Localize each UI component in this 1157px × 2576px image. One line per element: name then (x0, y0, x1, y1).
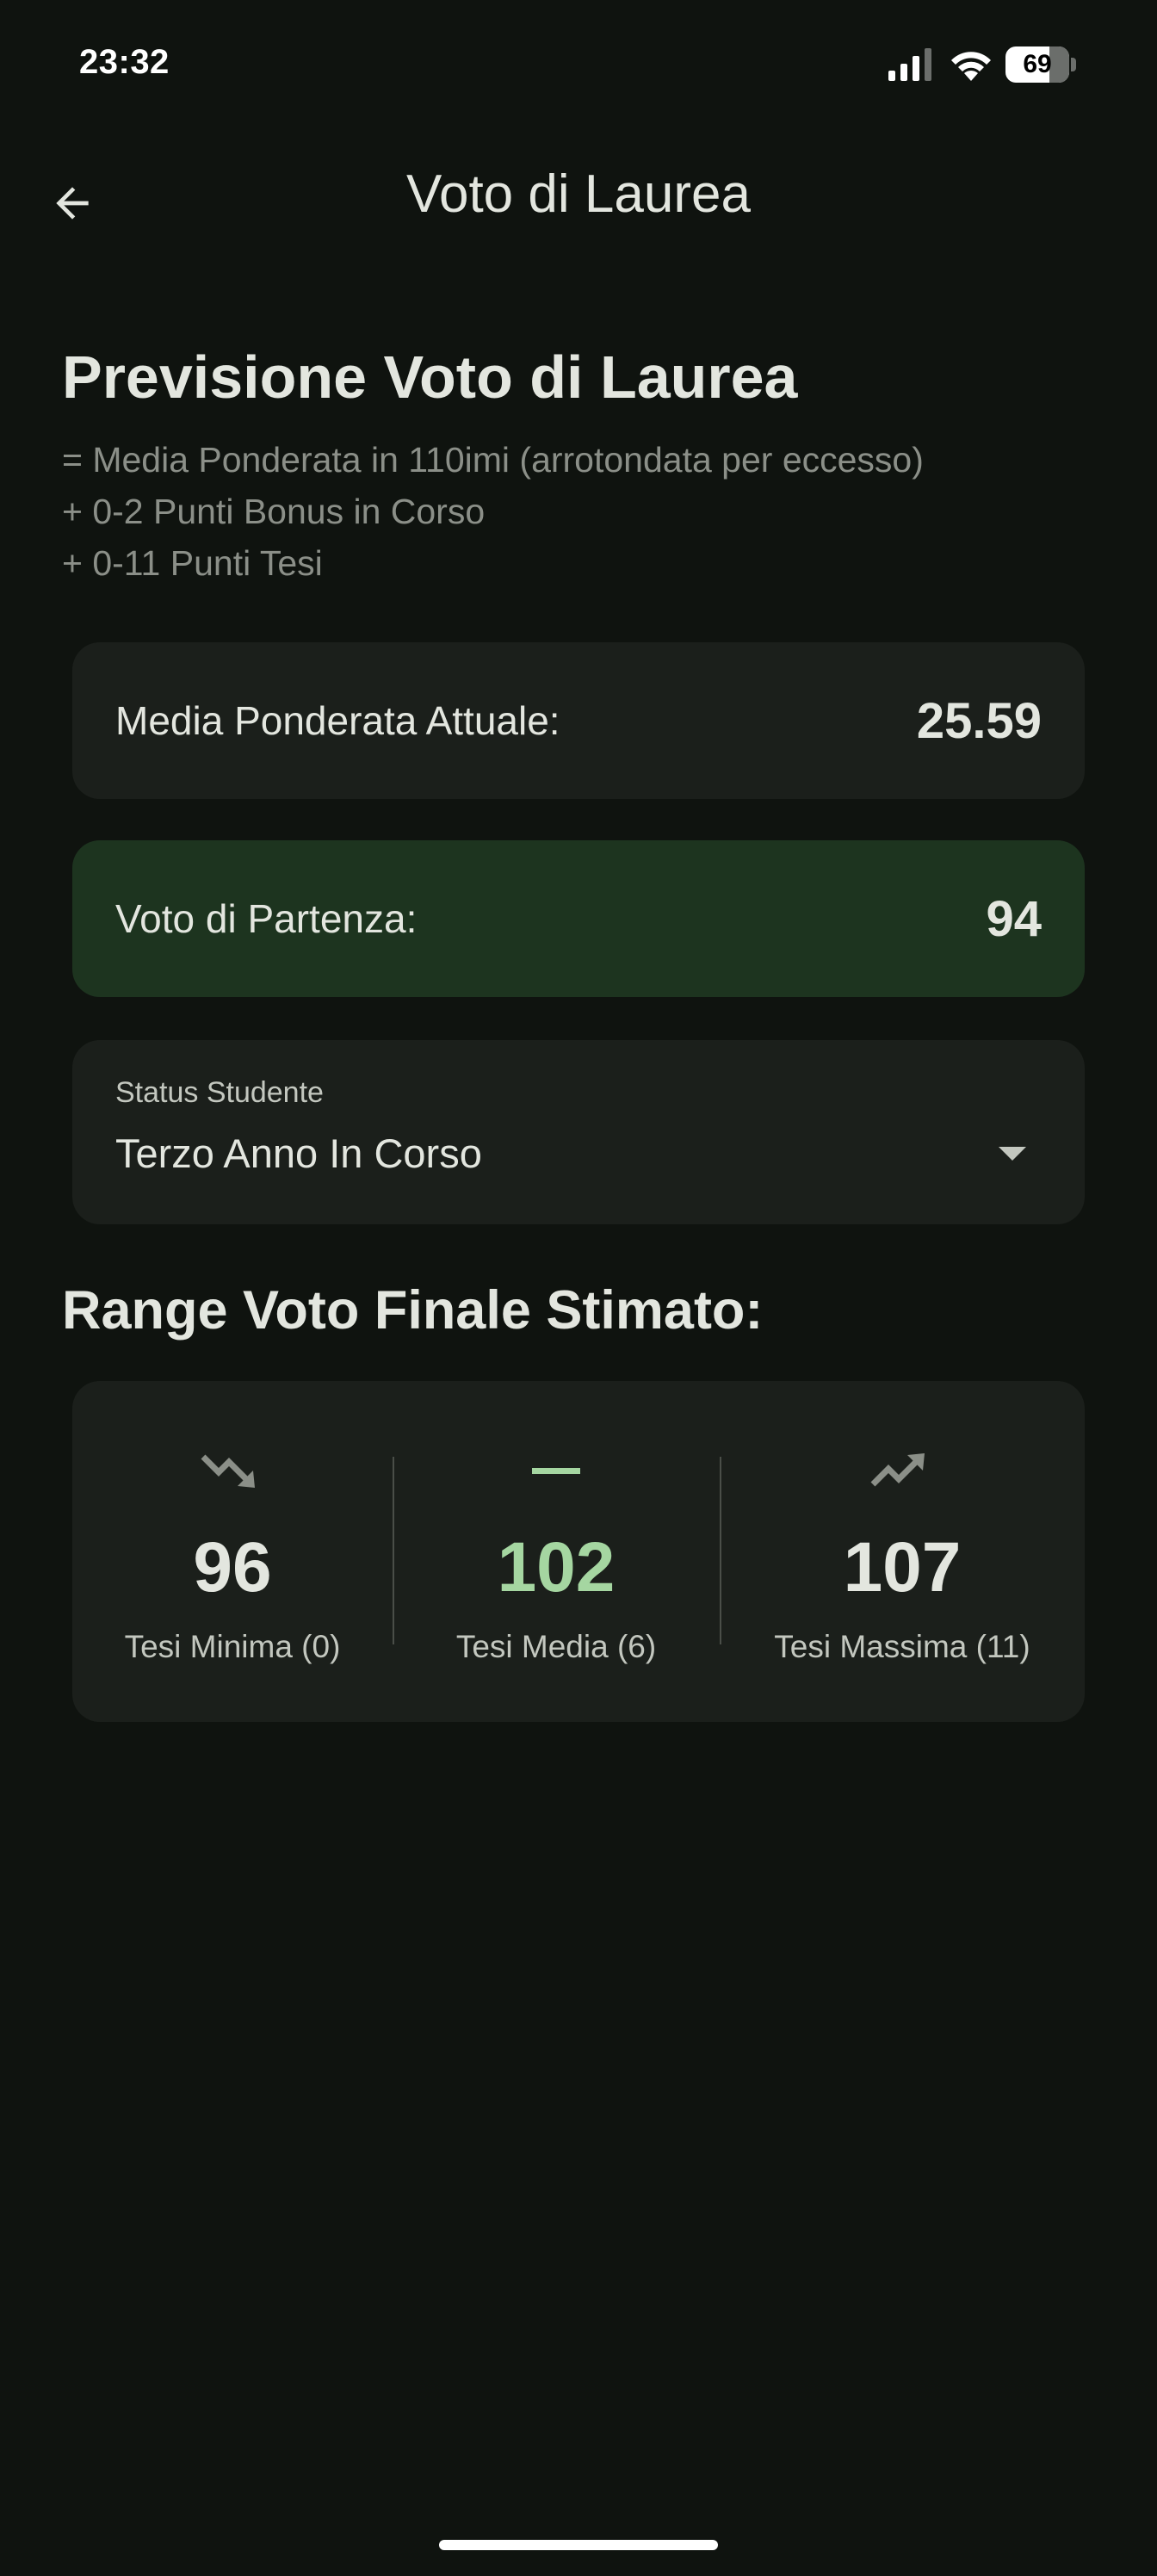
range-item-minimum: 96 Tesi Minima (0) (72, 1381, 393, 1722)
formula-line: = Media Ponderata in 110imi (arrotondata… (62, 440, 924, 480)
student-status-label: Status Studente (115, 1076, 324, 1109)
range-caption-minimum: Tesi Minima (0) (124, 1629, 341, 1664)
range-item-maximum: 107 Tesi Massima (11) (720, 1381, 1085, 1722)
weighted-average-label: Media Ponderata Attuale: (115, 698, 560, 743)
formula-description: = Media Ponderata in 110imi (arrotondata… (62, 434, 924, 589)
trending-up-icon (870, 1453, 925, 1487)
starting-grade-card: Voto di Partenza: 94 (72, 840, 1085, 997)
formula-line: + 0-11 Punti Tesi (62, 543, 323, 583)
battery-icon: 69 (1005, 46, 1078, 83)
weighted-average-value: 25.59 (916, 692, 1042, 749)
page-heading: Previsione Voto di Laurea (62, 344, 798, 411)
weighted-average-card: Media Ponderata Attuale: 25.59 (72, 642, 1085, 799)
student-status-value: Terzo Anno In Corso (115, 1130, 482, 1176)
range-caption-maximum: Tesi Massima (11) (774, 1629, 1030, 1664)
range-caption-average: Tesi Media (6) (455, 1629, 657, 1664)
wifi-icon (951, 52, 991, 81)
dropdown-arrow-icon (999, 1147, 1026, 1161)
range-heading: Range Voto Finale Stimato: (62, 1280, 764, 1341)
range-value-minimum: 96 (193, 1528, 272, 1607)
range-value-average: 102 (497, 1528, 616, 1607)
range-item-average: 102 Tesi Media (6) (393, 1381, 720, 1722)
app-bar-title: Voto di Laurea (406, 164, 751, 224)
home-indicator[interactable] (439, 2540, 718, 2550)
status-time: 23:32 (79, 43, 170, 81)
remove-icon (532, 1468, 580, 1474)
battery-level: 69 (1023, 50, 1052, 78)
final-grade-range-card: 96 Tesi Minima (0) 102 Tesi Media (6) 10… (72, 1381, 1085, 1722)
screen: 23:32 69 Voto di Laurea Previsione Voto … (0, 0, 1157, 2576)
status-bar: 23:32 69 (0, 0, 1157, 129)
formula-line: + 0-2 Punti Bonus in Corso (62, 492, 486, 531)
range-value-maximum: 107 (843, 1528, 962, 1607)
signal-icon (888, 48, 931, 81)
starting-grade-label: Voto di Partenza: (115, 896, 418, 941)
student-status-dropdown[interactable]: Status Studente Terzo Anno In Corso (72, 1040, 1085, 1224)
starting-grade-value: 94 (986, 890, 1042, 947)
trending-down-icon (201, 1454, 255, 1488)
